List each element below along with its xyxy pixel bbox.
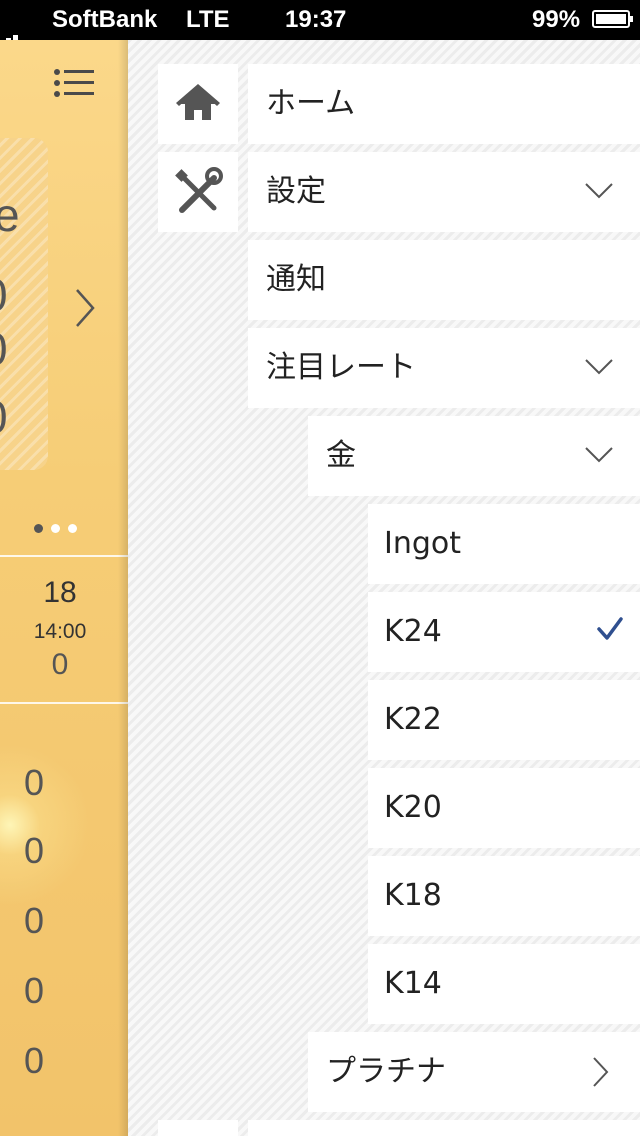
menu-item-label: Ingot (384, 526, 462, 561)
menu-item-label: 金 (326, 438, 356, 473)
menu-item-label: 設定 (266, 174, 326, 209)
divider (0, 555, 128, 557)
carrier-name: SoftBank (52, 6, 158, 33)
home-icon (176, 84, 220, 120)
menu-item-platinum[interactable]: プラチナ (308, 1032, 640, 1112)
battery-percent: 99% (532, 6, 581, 33)
menu-item-label: 注目レート (266, 350, 416, 385)
peek-value: 0 (51, 648, 69, 681)
menu-item-home[interactable]: ホーム (248, 64, 640, 144)
page-indicator (34, 518, 85, 537)
menu-item-label: K18 (384, 878, 442, 913)
checkmark-icon (597, 617, 623, 640)
main-view-peek[interactable]: e 0 0 0 18 14:00 0 0 0 0 0 0 (0, 40, 128, 1136)
status-time: 19:37 (285, 6, 347, 33)
list-value: 0 (24, 830, 45, 871)
menu-item-label: K14 (384, 966, 442, 1001)
network-type: LTE (186, 6, 230, 33)
page-dot (68, 524, 77, 533)
menu-item-label: プラチナ (326, 1054, 446, 1089)
page-dot (34, 524, 43, 533)
menu-item-settings[interactable]: 設定 (248, 152, 640, 232)
menu-item-label: K20 (384, 790, 442, 825)
card-glyph: 0 (0, 390, 8, 444)
menu-item-ingot[interactable]: Ingot (368, 504, 640, 584)
tools-icon (175, 167, 223, 213)
list-value: 0 (24, 762, 45, 803)
card-glyph: 0 (0, 322, 8, 376)
menu-item-label: ホーム (266, 86, 356, 121)
battery-icon (592, 10, 633, 28)
chevron-down-icon (585, 447, 613, 463)
list-value: 0 (24, 900, 45, 941)
tools-icon-box[interactable] (158, 152, 238, 232)
menu-item-gold[interactable]: 金 (308, 416, 640, 496)
menu-item-label: K22 (384, 702, 442, 737)
menu-item-k18[interactable]: K18 (368, 856, 640, 936)
peek-time: 14:00 (33, 620, 87, 643)
peek-date: 18 (43, 576, 77, 609)
side-menu: ホーム 設定 通知 注目レート 金 Ingot K24 K22 K20 K18 … (128, 40, 640, 1136)
menu-item-watched-rates[interactable]: 注目レート (248, 328, 640, 408)
menu-item-k20[interactable]: K20 (368, 768, 640, 848)
next-chevron-icon[interactable] (74, 288, 96, 328)
menu-item-partial[interactable] (248, 1120, 640, 1136)
menu-item-label: 通知 (266, 262, 326, 297)
chevron-down-icon (585, 183, 613, 199)
list-menu-icon[interactable] (54, 68, 94, 98)
menu-item-partial[interactable] (158, 1120, 238, 1136)
chevron-right-icon (593, 1057, 609, 1087)
card-glyph: e (0, 189, 20, 241)
list-value: 0 (24, 970, 45, 1011)
page-dot (51, 524, 60, 533)
status-bar: SoftBank LTE 19:37 99% (0, 0, 640, 44)
menu-item-k24[interactable]: K24 (368, 592, 640, 672)
menu-item-k22[interactable]: K22 (368, 680, 640, 760)
home-icon-box[interactable] (158, 64, 238, 144)
menu-item-k14[interactable]: K14 (368, 944, 640, 1024)
menu-item-label: K24 (384, 614, 442, 649)
list-value: 0 (24, 1040, 45, 1081)
menu-item-notifications[interactable]: 通知 (248, 240, 640, 320)
divider (0, 702, 128, 704)
card-glyph: 0 (0, 268, 8, 322)
chevron-down-icon (585, 359, 613, 375)
